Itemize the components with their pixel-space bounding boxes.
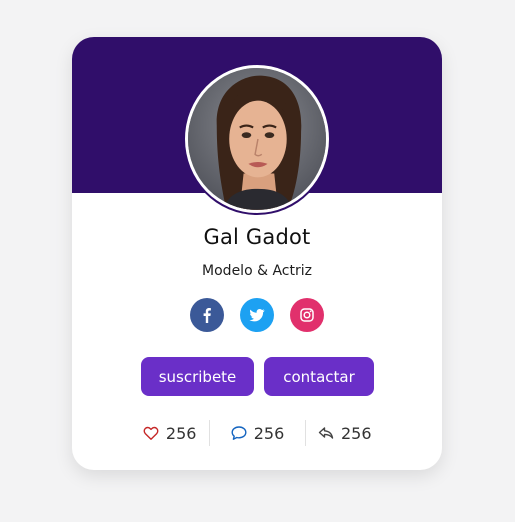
instagram-link[interactable] (290, 298, 324, 332)
instagram-icon (300, 308, 314, 322)
subscribe-button[interactable]: suscribete (141, 357, 254, 396)
likes-stat[interactable]: 256 (130, 424, 209, 443)
profile-card: Gal Gadot Modelo & Actriz suscribete con… (72, 37, 442, 470)
stats-bar: 256 256 256 (130, 420, 384, 446)
profile-name: Gal Gadot (203, 225, 311, 249)
reply-share-icon (318, 427, 334, 439)
likes-count: 256 (165, 423, 197, 443)
avatar (185, 65, 329, 213)
twitter-link[interactable] (240, 298, 274, 332)
comments-count: 256 (253, 423, 285, 443)
twitter-icon (249, 309, 265, 322)
heart-icon (143, 426, 159, 440)
facebook-link[interactable] (190, 298, 224, 332)
comments-stat[interactable]: 256 (210, 424, 304, 443)
shares-count: 256 (341, 423, 372, 443)
action-buttons: suscribete contactar (141, 357, 374, 396)
profile-role: Modelo & Actriz (202, 263, 312, 279)
contact-button[interactable]: contactar (264, 357, 374, 396)
facebook-icon (203, 308, 211, 323)
comment-icon (231, 426, 247, 440)
social-links (190, 298, 324, 332)
shares-stat[interactable]: 256 (306, 424, 384, 443)
